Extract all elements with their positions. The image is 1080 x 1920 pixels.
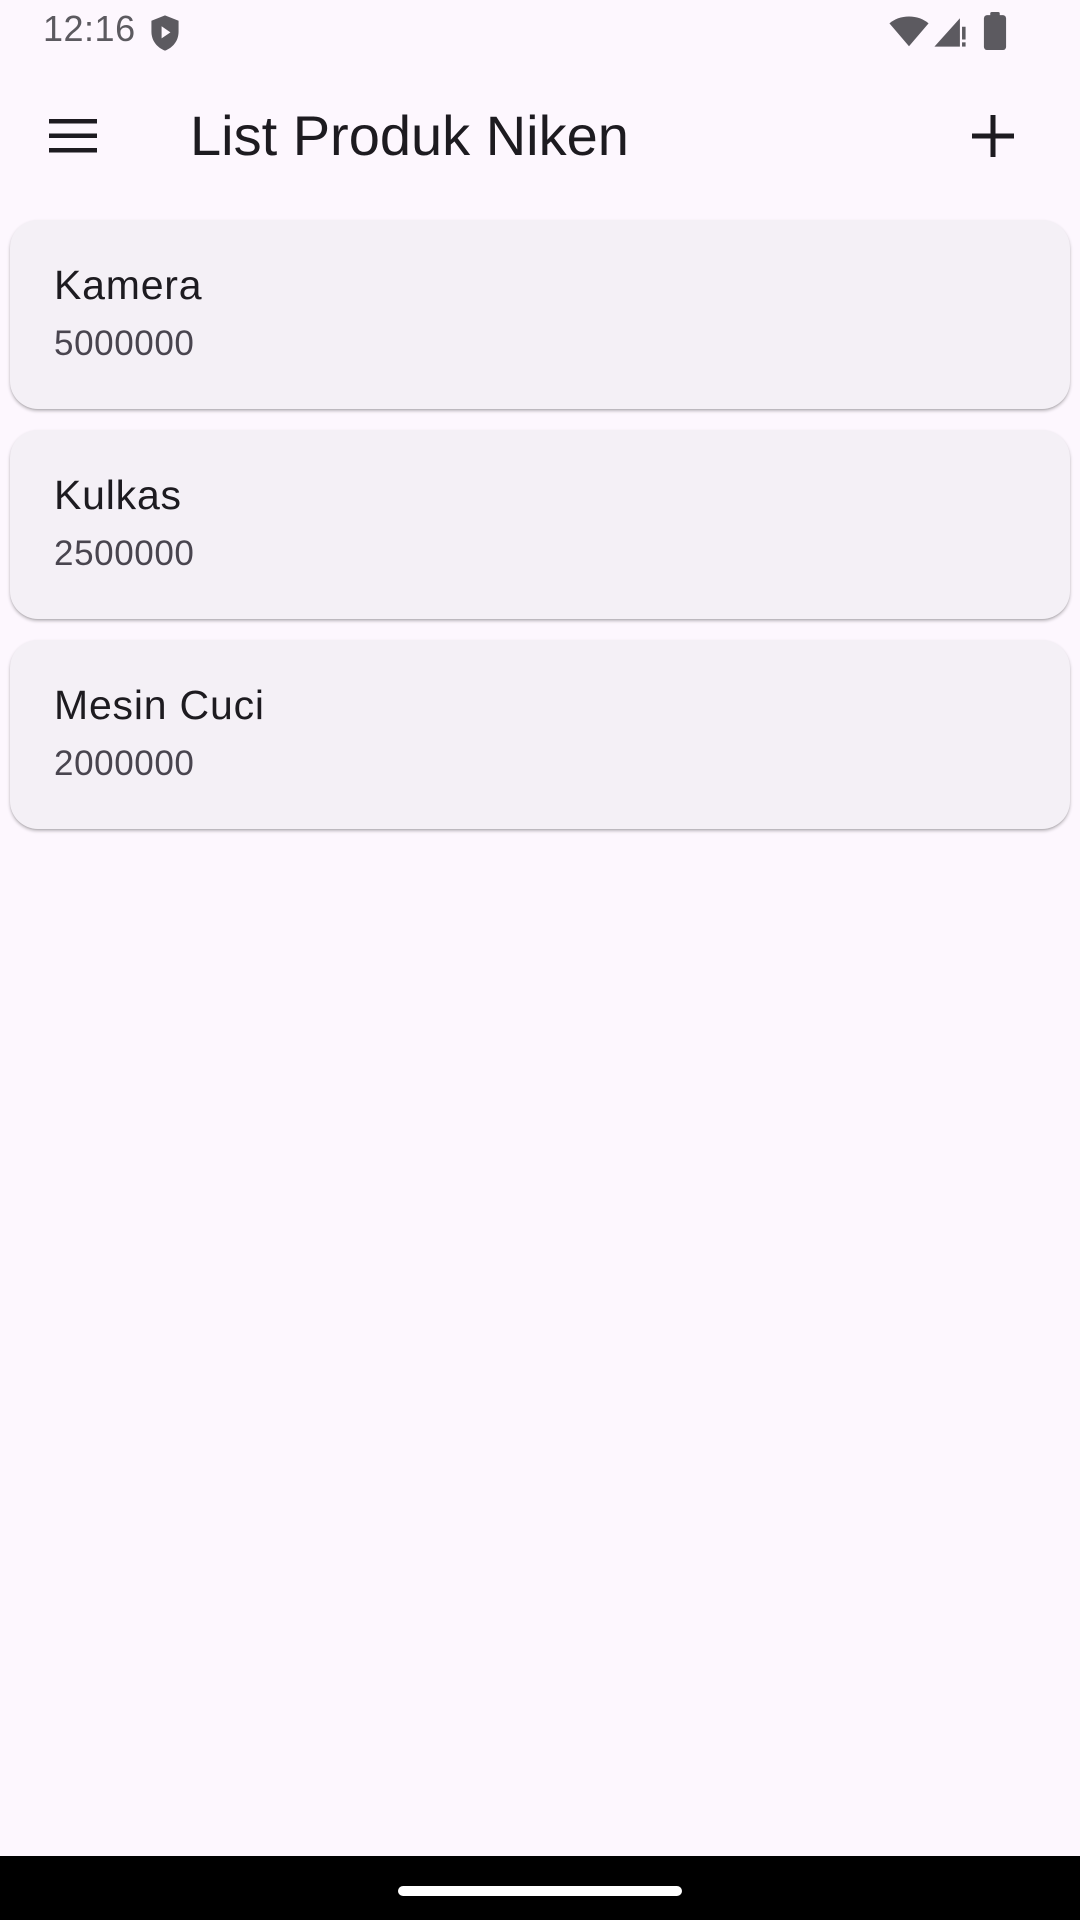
product-price: 2500000	[54, 534, 195, 573]
home-gesture-handle[interactable]	[398, 1886, 682, 1896]
product-card-kamera[interactable]: Kamera 5000000	[10, 220, 1070, 409]
hamburger-menu-icon	[49, 119, 97, 153]
plus-icon	[972, 115, 1014, 157]
app-bar: List Produk Niken	[0, 62, 1080, 210]
product-price: 2000000	[54, 744, 195, 783]
product-price: 5000000	[54, 324, 195, 363]
page-title: List Produk Niken	[190, 104, 629, 167]
product-name: Mesin Cuci	[54, 682, 265, 728]
product-list: Kamera 5000000 Kulkas 2500000 Mesin Cuci…	[0, 220, 1080, 850]
wifi-icon	[889, 16, 929, 47]
shield-play-icon	[151, 15, 179, 51]
screen: 12:16 List Produk Niken Kamera 5000000 K…	[0, 0, 1080, 1920]
signal-icon	[934, 18, 966, 47]
product-card-kulkas[interactable]: Kulkas 2500000	[10, 430, 1070, 619]
navigation-bar	[0, 1856, 1080, 1920]
product-name: Kulkas	[54, 472, 182, 518]
status-time: 12:16	[43, 8, 136, 49]
battery-icon	[983, 12, 1007, 50]
product-name: Kamera	[54, 262, 203, 308]
product-card-mesin-cuci[interactable]: Mesin Cuci 2000000	[10, 640, 1070, 829]
menu-button[interactable]	[35, 98, 111, 174]
status-bar: 12:16	[0, 0, 1080, 62]
add-product-button[interactable]	[955, 98, 1031, 174]
